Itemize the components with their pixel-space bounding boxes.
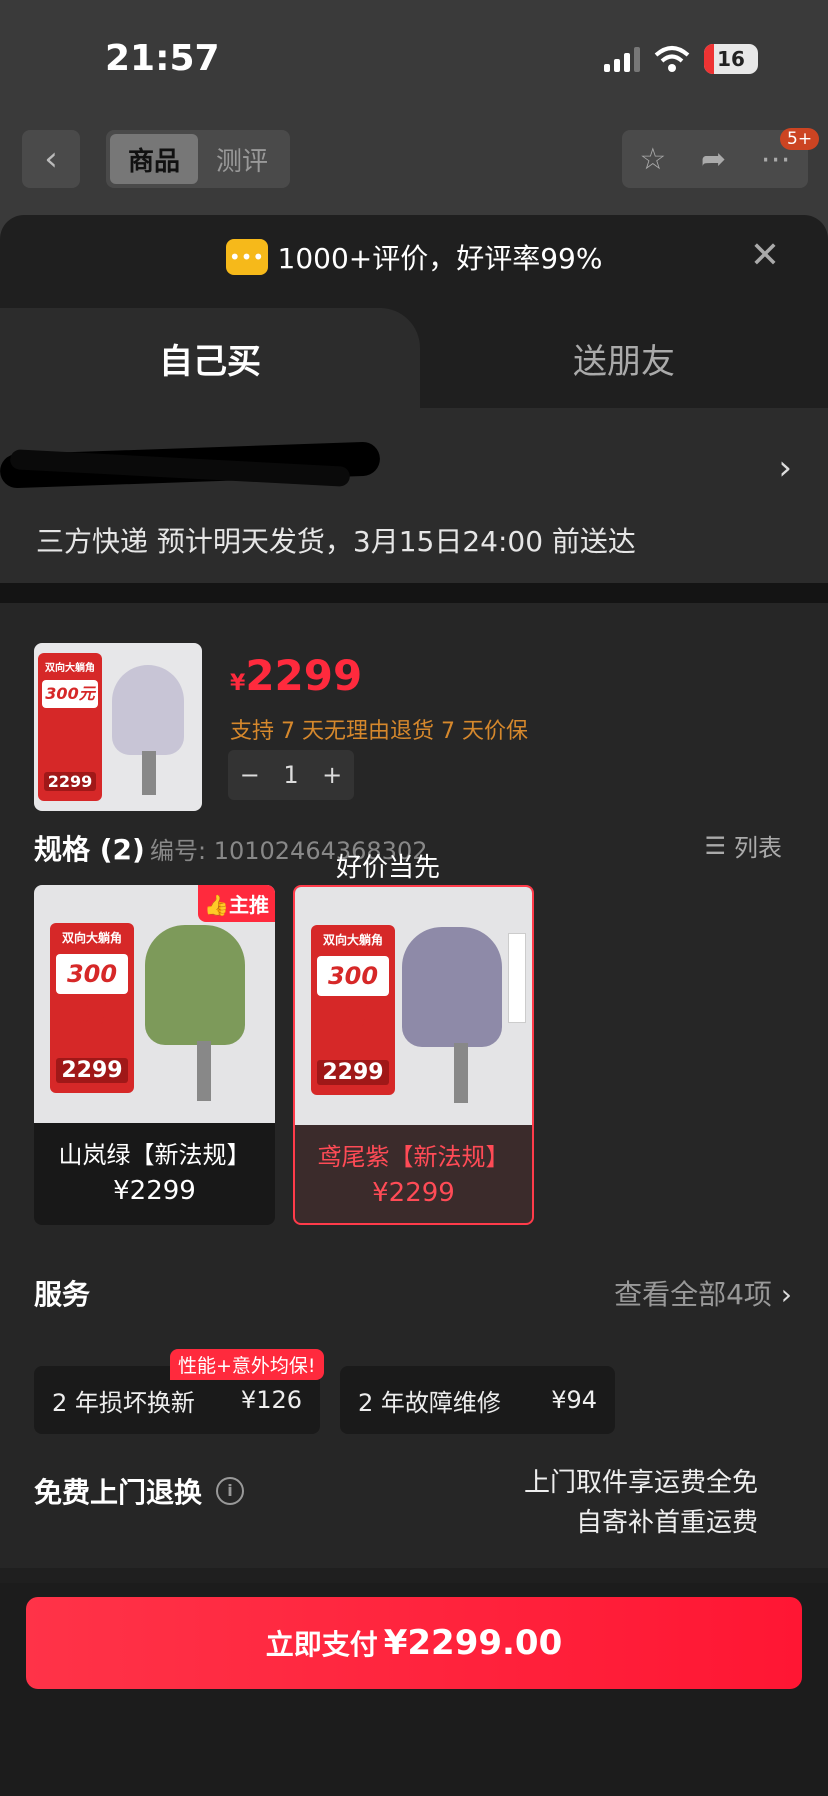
service-price: ¥126 (240, 1386, 302, 1414)
view-all-label: 查看全部4项 (614, 1278, 772, 1311)
signal-icon (604, 46, 640, 72)
promo-title: 双向大躺角 (45, 663, 95, 674)
back-button[interactable]: ‹ (22, 130, 80, 188)
tab-review[interactable]: 测评 (198, 134, 286, 184)
car-seat-image (402, 927, 502, 1047)
sku-image: 双向大躺角 300元 2299 👍主推 (34, 885, 275, 1123)
list-icon: ☰ (704, 831, 726, 860)
message-icon: ••• (225, 239, 268, 275)
seat-base (454, 1043, 468, 1103)
view-all-services[interactable]: 查看全部4项 › (614, 1273, 792, 1313)
battery-icon: 16 (704, 44, 758, 74)
purchase-sheet: ••• 1000+评价，好评率99% ✕ 自己买 送朋友 › 三方快递 预计明天… (0, 215, 828, 1796)
notification-badge: 5+ (780, 128, 820, 150)
divider (0, 583, 828, 603)
product-price: ¥2299 (230, 651, 362, 700)
quantity-value[interactable]: 1 (283, 761, 298, 789)
price-symbol: ¥ (230, 671, 246, 696)
quantity-stepper: − 1 + (228, 750, 354, 800)
service-promo-tag: 性能+意外均保! (170, 1349, 324, 1380)
share-icon[interactable]: ➦ (701, 142, 726, 177)
recommend-badge: 👍主推 (198, 885, 275, 922)
sku-name: 鸢尾紫【新法规】 (317, 1143, 510, 1171)
car-seat-image (112, 665, 184, 755)
promo-price: 2299 (56, 1058, 128, 1083)
info-icon[interactable]: i (216, 1477, 245, 1505)
bottom-bar: 立即支付 ¥2299.00 (0, 1583, 828, 1796)
sku-price: ¥2299 (113, 1176, 196, 1206)
service-name: 2 年故障维修 (358, 1388, 501, 1417)
promo-amount: 300元 (317, 956, 389, 1030)
promo-card: 双向大躺角 300元 2299 (50, 923, 134, 1093)
sku-name: 山岚绿【新法规】 (58, 1141, 251, 1169)
good-price-tag: 好价当先 (336, 853, 441, 883)
minus-button[interactable]: − (240, 761, 260, 789)
top-tabs: 商品 测评 (106, 130, 290, 188)
promo-amount: 300元 (56, 954, 128, 1028)
pay-amount: ¥2299.00 (383, 1623, 563, 1663)
return-line-1: 上门取件享运费全免 (523, 1468, 758, 1498)
seat-base (142, 751, 156, 795)
chevron-right-icon: › (780, 1278, 792, 1311)
list-toggle-label: 列表 (734, 834, 782, 862)
certification-tags (508, 933, 526, 1023)
close-icon[interactable]: ✕ (750, 235, 780, 276)
car-seat-image (145, 925, 245, 1045)
guarantee-text: 支持 7 天无理由退货 7 天价保 (230, 719, 528, 744)
plus-button[interactable]: + (322, 761, 342, 789)
promo-amount: 300元 (42, 680, 98, 708)
delivery-info: 三方快递 预计明天发货，3月15日24:00 前送达 (36, 525, 636, 558)
price-value: 2299 (245, 651, 363, 700)
tab-buy-self[interactable]: 自己买 (0, 308, 420, 408)
return-line-2: 自寄补首重运费 (575, 1508, 758, 1538)
product-thumbnail[interactable]: 双向大躺角 300元 2299 (34, 643, 202, 811)
product-panel: 双向大躺角 300元 2299 ¥2299 支持 7 天无理由退货 7 天价保 … (0, 603, 828, 1568)
sku-price: ¥2299 (372, 1178, 455, 1208)
services-title: 服务 (34, 1278, 91, 1311)
tab-product[interactable]: 商品 (110, 134, 198, 184)
sku-image: 双向大躺角 300元 2299 (295, 887, 532, 1125)
buy-tabs: 自己买 送朋友 (0, 308, 828, 408)
tab-gift-friend[interactable]: 送朋友 (420, 308, 828, 408)
pay-now-button[interactable]: 立即支付 ¥2299.00 (26, 1597, 802, 1689)
rating-summary: ••• 1000+评价，好评率99% (0, 237, 828, 277)
spec-title: 规格 (2) (34, 833, 145, 866)
sku-option-purple[interactable]: 双向大躺角 300元 2299 鸢尾紫【新法规】 ¥2299 (293, 885, 534, 1225)
chevron-right-icon[interactable]: › (778, 448, 792, 488)
status-icons: 16 (604, 44, 758, 74)
return-description: 上门取件享运费全免 自寄补首重运费 (524, 1463, 758, 1543)
battery-level: 16 (717, 47, 745, 71)
free-return: 免费上门退换 i (34, 1471, 245, 1511)
service-repair[interactable]: 2 年故障维修 ¥94 (340, 1366, 615, 1434)
service-name: 2 年损坏换新 (52, 1388, 195, 1417)
promo-title: 双向大躺角 (322, 933, 383, 947)
promo-card: 双向大躺角 300元 2299 (38, 653, 102, 801)
service-price: ¥94 (551, 1386, 597, 1414)
recommend-badge-text: 主推 (229, 893, 269, 917)
wifi-icon (654, 46, 690, 72)
promo-title: 双向大躺角 (61, 931, 122, 945)
rating-text: 1000+评价，好评率99% (277, 242, 603, 275)
promo-card: 双向大躺角 300元 2299 (311, 925, 395, 1095)
list-view-toggle[interactable]: ☰ 列表 (704, 828, 782, 863)
star-icon[interactable]: ☆ (639, 142, 666, 177)
free-return-title: 免费上门退换 (34, 1476, 203, 1509)
promo-price: 2299 (317, 1060, 389, 1085)
seat-base (197, 1041, 211, 1101)
promo-price: 2299 (44, 772, 96, 791)
sku-option-green[interactable]: 双向大躺角 300元 2299 👍主推 山岚绿【新法规】 ¥2299 (34, 885, 275, 1225)
address-panel[interactable]: › 三方快递 预计明天发货，3月15日24:00 前送达 (0, 408, 828, 583)
background-page (0, 0, 828, 240)
status-time: 21:57 (105, 38, 220, 79)
pay-label: 立即支付 (265, 1628, 378, 1661)
